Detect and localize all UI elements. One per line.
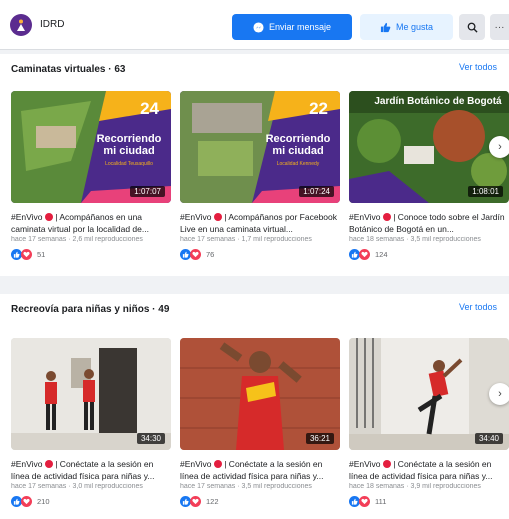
section-title: Recreovía para niñas y niños · 49 bbox=[11, 304, 170, 315]
reactions[interactable]: 76 bbox=[180, 249, 214, 260]
love-reaction-icon bbox=[190, 249, 201, 260]
reactions[interactable]: 111 bbox=[349, 496, 386, 507]
avatar-logo-icon bbox=[17, 19, 25, 31]
video-title[interactable]: #EnVivo | Acompáñanos por Facebook Live … bbox=[180, 211, 340, 235]
search-button[interactable] bbox=[459, 14, 485, 40]
reaction-count: 76 bbox=[206, 250, 215, 259]
reactions[interactable]: 124 bbox=[349, 249, 388, 260]
chevron-right-icon: › bbox=[498, 141, 502, 153]
love-reaction-icon bbox=[190, 496, 201, 507]
video-thumbnail[interactable]: 34:40 bbox=[349, 338, 509, 450]
love-reaction-icon bbox=[21, 496, 32, 507]
thumbnail-heading: Recorriendo mi ciudad bbox=[265, 133, 331, 157]
video-thumbnail[interactable]: 36:21 bbox=[180, 338, 340, 450]
live-indicator-icon bbox=[44, 460, 53, 468]
thumbnail-subheading: Localidad Kennedy bbox=[276, 161, 320, 167]
reactions[interactable]: 122 bbox=[180, 496, 219, 507]
video-title-text: #EnVivo | Acompáñanos en una caminata vi… bbox=[11, 212, 149, 234]
reaction-count: 111 bbox=[375, 497, 387, 506]
love-reaction-icon bbox=[21, 249, 32, 260]
love-reaction-icon bbox=[359, 249, 370, 260]
video-thumbnail[interactable]: 34:30 bbox=[11, 338, 171, 450]
carousel-next-button[interactable]: › bbox=[489, 383, 509, 405]
like-page-label: Me gusta bbox=[395, 22, 434, 32]
video-thumbnail[interactable]: Jardín Botánico de Bogotá 1:08:01 bbox=[349, 91, 509, 203]
video-title-text: #EnVivo | Conéctate a la sesión en línea… bbox=[349, 459, 493, 481]
video-duration: 34:40 bbox=[474, 433, 503, 444]
see-all-link[interactable]: Ver todos bbox=[459, 62, 497, 72]
video-meta: hace 18 semanas · 3,5 mil reproducciones bbox=[349, 236, 481, 243]
video-duration: 1:07:24 bbox=[299, 186, 334, 197]
chevron-right-icon: › bbox=[498, 388, 502, 400]
live-indicator-icon bbox=[44, 213, 53, 221]
playlist-section-caminatas: Caminatas virtuales · 63 Ver todos 24 Re… bbox=[0, 54, 509, 276]
reactions[interactable]: 51 bbox=[11, 249, 45, 260]
playlist-section-recreovia: Recreovía para niñas y niños · 49 Ver to… bbox=[0, 294, 509, 519]
reaction-count: 124 bbox=[375, 250, 388, 259]
reaction-count: 122 bbox=[206, 497, 219, 506]
video-title[interactable]: #EnVivo | Conéctate a la sesión en línea… bbox=[349, 458, 509, 482]
reaction-count: 210 bbox=[37, 497, 50, 506]
thumbnail-heading: Jardín Botánico de Bogotá bbox=[374, 96, 502, 107]
reaction-count: 51 bbox=[37, 250, 46, 259]
video-meta: hace 17 semanas · 2,6 mil reproducciones bbox=[11, 236, 143, 243]
video-title-text: #EnVivo | Conoce todo sobre el Jardín Bo… bbox=[349, 212, 505, 234]
video-duration: 34:30 bbox=[136, 433, 165, 444]
section-title: Caminatas virtuales · 63 bbox=[11, 64, 126, 75]
video-title[interactable]: #EnVivo | Conéctate a la sesión en línea… bbox=[180, 458, 340, 482]
more-icon: ··· bbox=[494, 21, 505, 33]
page-header: IDRD Enviar mensaje Me gusta ··· bbox=[0, 0, 509, 50]
love-reaction-icon bbox=[359, 496, 370, 507]
video-thumbnail[interactable]: 22 Recorriendo mi ciudad Localidad Kenne… bbox=[180, 91, 340, 203]
thumbnail-heading: Recorriendo mi ciudad bbox=[96, 133, 162, 157]
live-indicator-icon bbox=[213, 213, 222, 221]
more-options-button[interactable]: ··· bbox=[490, 14, 509, 40]
video-thumbnail[interactable]: 24 Recorriendo mi ciudad Localidad Teusa… bbox=[11, 91, 171, 203]
send-message-label: Enviar mensaje bbox=[268, 22, 332, 32]
search-icon bbox=[467, 22, 478, 33]
video-meta: hace 17 semanas · 3,5 mil reproducciones bbox=[180, 483, 312, 490]
messenger-icon bbox=[253, 21, 264, 33]
avatar[interactable] bbox=[10, 14, 32, 36]
video-duration: 1:08:01 bbox=[468, 186, 503, 197]
video-title-text: #EnVivo | Conéctate a la sesión en línea… bbox=[11, 459, 155, 481]
video-meta: hace 18 semanas · 3,9 mil reproducciones bbox=[349, 483, 481, 490]
live-indicator-icon bbox=[382, 213, 391, 221]
live-indicator-icon bbox=[213, 460, 222, 468]
episode-badge: 24 bbox=[140, 99, 159, 118]
episode-badge: 22 bbox=[309, 99, 328, 118]
video-title[interactable]: #EnVivo | Conoce todo sobre el Jardín Bo… bbox=[349, 211, 509, 235]
thumbnail-subheading: Localidad Teusaquillo bbox=[105, 161, 153, 167]
see-all-link[interactable]: Ver todos bbox=[459, 302, 497, 312]
video-meta: hace 17 semanas · 3,0 mil reproducciones bbox=[11, 483, 143, 490]
reactions[interactable]: 210 bbox=[11, 496, 50, 507]
video-meta: hace 17 semanas · 1,7 mil reproducciones bbox=[180, 236, 312, 243]
like-page-button[interactable]: Me gusta bbox=[360, 14, 453, 40]
carousel-next-button[interactable]: › bbox=[489, 136, 509, 158]
page-name[interactable]: IDRD bbox=[40, 19, 64, 30]
video-duration: 36:21 bbox=[305, 433, 334, 444]
thumbs-up-icon bbox=[380, 22, 391, 32]
video-duration: 1:07:07 bbox=[130, 186, 165, 197]
video-title[interactable]: #EnVivo | Conéctate a la sesión en línea… bbox=[11, 458, 171, 482]
send-message-button[interactable]: Enviar mensaje bbox=[232, 14, 352, 40]
video-title-text: #EnVivo | Acompáñanos por Facebook Live … bbox=[180, 212, 338, 234]
live-indicator-icon bbox=[382, 460, 391, 468]
video-title[interactable]: #EnVivo | Acompáñanos en una caminata vi… bbox=[11, 211, 171, 235]
video-title-text: #EnVivo | Conéctate a la sesión en línea… bbox=[180, 459, 324, 481]
